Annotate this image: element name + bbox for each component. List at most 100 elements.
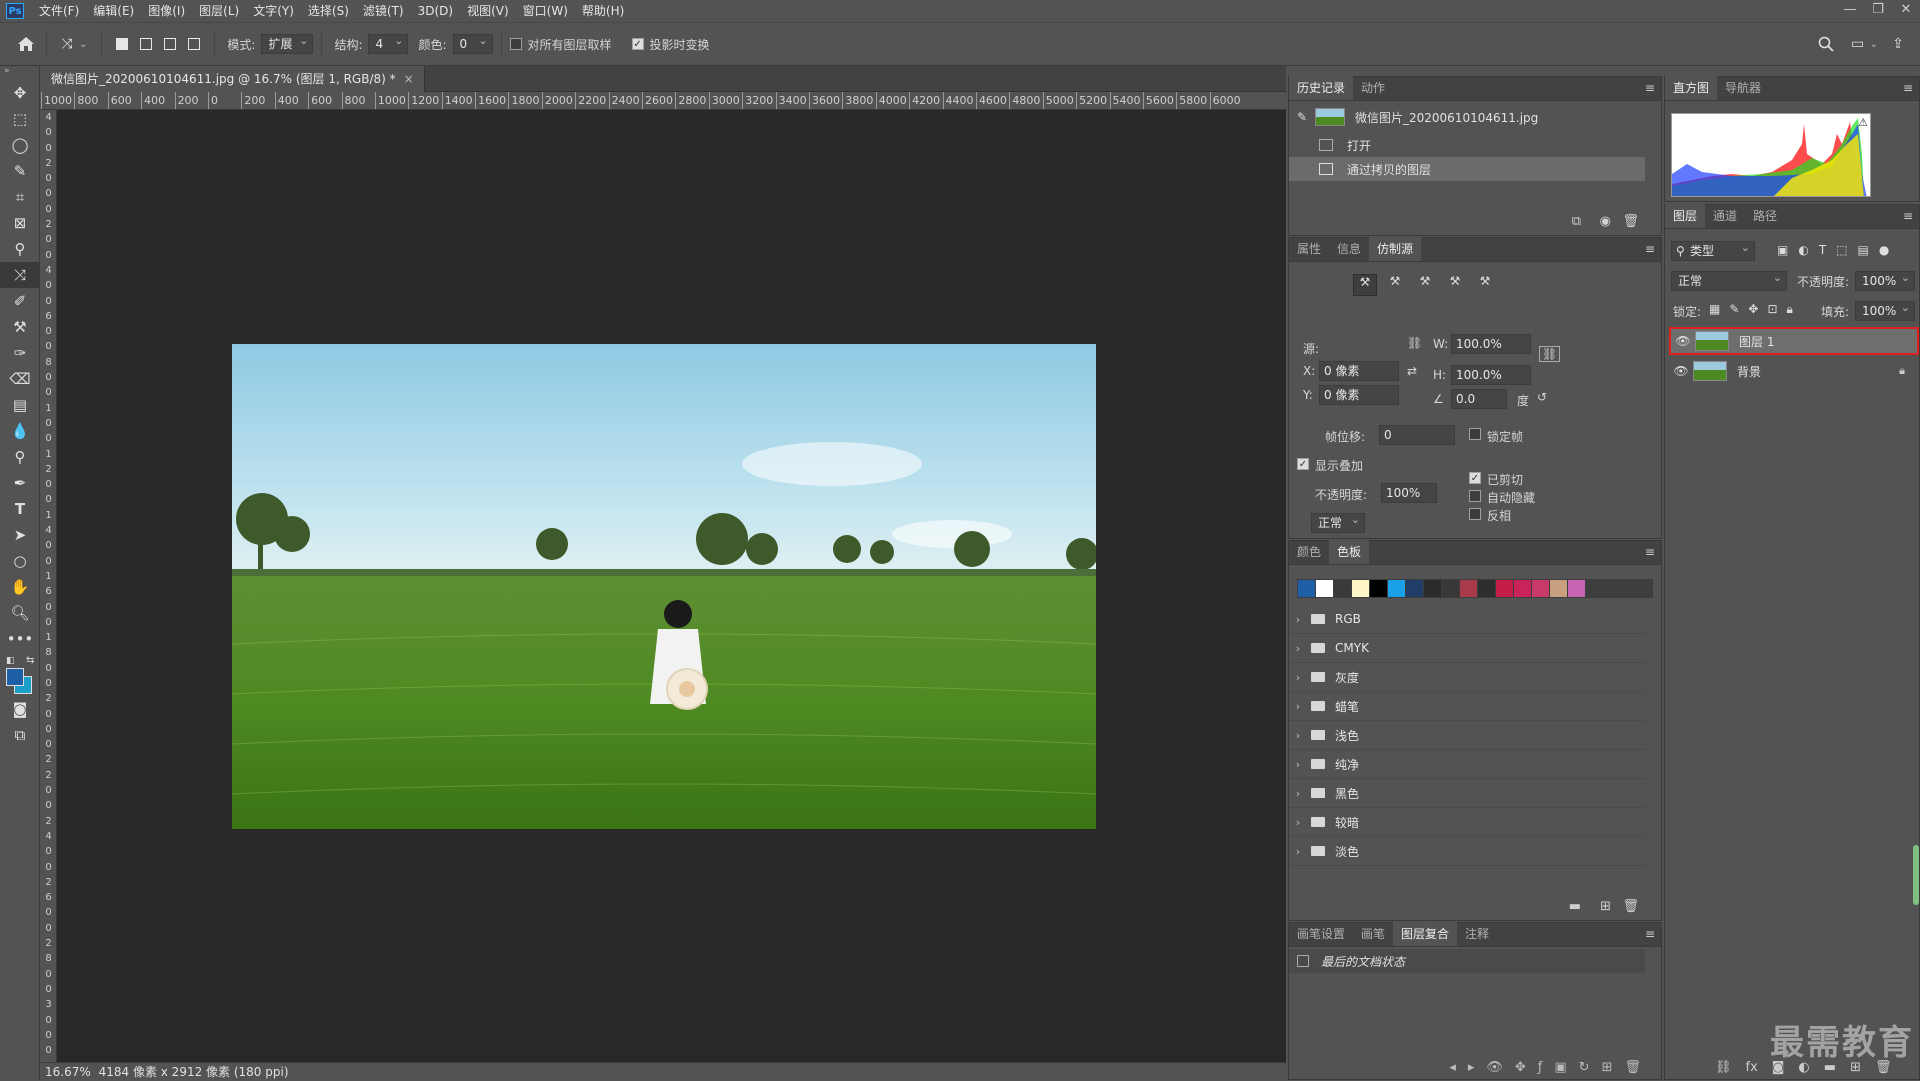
clone-source-5-icon[interactable]: ⚒	[1473, 274, 1497, 296]
lock-frame-checkbox[interactable]	[1469, 428, 1481, 440]
frame-offset-field[interactable]: 0	[1379, 425, 1455, 445]
pen-tool-icon[interactable]: ✒	[0, 470, 40, 496]
swatch-group[interactable]: ›浅色	[1289, 721, 1645, 750]
color-swatch[interactable]	[1460, 580, 1477, 597]
clone-source-3-icon[interactable]: ⚒	[1413, 274, 1437, 296]
menu-edit[interactable]: 编辑(E)	[86, 0, 141, 22]
color-swatch[interactable]	[1298, 580, 1315, 597]
previous-comp-icon[interactable]: ◂	[1449, 1060, 1456, 1075]
tab-notes[interactable]: 注释	[1457, 922, 1497, 946]
lasso-tool-icon[interactable]: ◯	[0, 132, 40, 158]
add-selection-icon[interactable]	[134, 32, 158, 56]
lock-position-icon[interactable]: ✥	[1748, 302, 1758, 317]
opacity-field[interactable]: 100%	[1855, 271, 1915, 291]
show-overlay-checkbox[interactable]: ✓	[1297, 458, 1309, 470]
new-group-folder-icon[interactable]: ▬	[1569, 899, 1581, 914]
color-swatch[interactable]	[1406, 580, 1423, 597]
menu-view[interactable]: 视图(V)	[460, 0, 516, 22]
layer-filter-dropdown[interactable]: ⚲类型	[1671, 241, 1755, 261]
color-swatch[interactable]	[1568, 580, 1585, 597]
appearance-comp-icon[interactable]: ▣	[1554, 1060, 1566, 1075]
update-comp-icon[interactable]: ↻	[1579, 1060, 1590, 1075]
swatch-group[interactable]: ›蜡笔	[1289, 692, 1645, 721]
dodge-tool-icon[interactable]: ⚲	[0, 444, 40, 470]
content-aware-move-tool-icon[interactable]: ⤨	[0, 262, 40, 288]
trash-icon[interactable]: 🗑︎	[1624, 1060, 1641, 1075]
panel-menu-icon[interactable]: ≡	[1903, 81, 1913, 95]
color-swatch[interactable]	[1532, 580, 1549, 597]
tab-history[interactable]: 历史记录	[1289, 76, 1353, 100]
chevron-right-icon[interactable]: ›	[1289, 787, 1307, 800]
new-document-from-state-icon[interactable]: ⧉	[1572, 214, 1581, 229]
w-field[interactable]: 100.0%	[1451, 334, 1531, 354]
path-selection-tool-icon[interactable]: ➤	[0, 522, 40, 548]
fx-icon[interactable]: fx	[1746, 1060, 1758, 1075]
flip-icon[interactable]: ⇄	[1407, 364, 1417, 378]
eraser-tool-icon[interactable]: ⌫	[0, 366, 40, 392]
tab-navigator[interactable]: 导航器	[1717, 76, 1769, 100]
tab-channels[interactable]: 通道	[1705, 204, 1745, 228]
foreground-color-swatch[interactable]	[6, 668, 24, 686]
type-tool-icon[interactable]: T	[0, 496, 40, 522]
history-step-active[interactable]: 通过拷贝的图层	[1289, 157, 1645, 181]
tab-swatches[interactable]: 色板	[1329, 540, 1369, 564]
mode-dropdown[interactable]: 扩展	[261, 34, 313, 54]
fx-comp-icon[interactable]: ƒ	[1538, 1060, 1543, 1075]
hand-tool-icon[interactable]: ✋	[0, 574, 40, 600]
scrollbar-thumb[interactable]	[1913, 845, 1919, 905]
minimize-icon[interactable]: —	[1836, 0, 1864, 22]
menu-file[interactable]: 文件(F)	[32, 0, 86, 22]
tab-paths[interactable]: 路径	[1745, 204, 1785, 228]
clone-source-1-icon[interactable]: ⚒	[1353, 274, 1377, 296]
home-icon[interactable]	[14, 32, 38, 56]
swatch-group[interactable]: ›淡色	[1289, 837, 1645, 866]
invert-checkbox[interactable]	[1469, 508, 1481, 520]
gradient-tool-icon[interactable]: ▤	[0, 392, 40, 418]
zoom-level[interactable]: 16.67%	[45, 1065, 91, 1079]
shape-filter-icon[interactable]: ⬚	[1836, 243, 1847, 257]
menu-window[interactable]: 窗口(W)	[516, 0, 575, 22]
zoom-tool-icon[interactable]: 🔍︎	[0, 600, 40, 626]
pixel-filter-icon[interactable]: ▣	[1777, 243, 1788, 257]
reset-transform-icon[interactable]: ↺	[1537, 390, 1547, 404]
visibility-comp-icon[interactable]: 👁︎	[1486, 1060, 1503, 1075]
collapse-icon[interactable]: »	[0, 66, 39, 80]
history-brush-source-icon[interactable]: ✎	[1297, 110, 1315, 124]
clone-source-2-icon[interactable]: ⚒	[1383, 274, 1407, 296]
history-brush-tool-icon[interactable]: ✑	[0, 340, 40, 366]
quick-mask-icon[interactable]: ◙	[0, 696, 40, 722]
trash-icon[interactable]: 🗑︎	[1622, 899, 1639, 914]
link-icon[interactable]: ⛓	[1407, 336, 1422, 350]
ellipse-tool-icon[interactable]: ○	[0, 548, 40, 574]
layer-name[interactable]: 背景	[1737, 363, 1761, 380]
new-swatch-icon[interactable]: ⊞	[1600, 899, 1611, 914]
screen-mode-icon[interactable]: ⧉	[0, 722, 40, 748]
document-image[interactable]	[232, 344, 1096, 829]
menu-filter[interactable]: 滤镜(T)	[356, 0, 411, 22]
structure-input[interactable]: 4	[368, 34, 408, 54]
h-field[interactable]: 100.0%	[1451, 365, 1531, 385]
overlay-opacity-field[interactable]: 100%	[1381, 483, 1437, 503]
menu-help[interactable]: 帮助(H)	[575, 0, 631, 22]
close-tab-icon[interactable]: ×	[404, 72, 414, 86]
layer-comp-item[interactable]: 最后的文档状态	[1289, 949, 1645, 973]
color-swatch[interactable]	[1370, 580, 1387, 597]
sample-all-checkbox[interactable]	[510, 38, 522, 50]
menu-image[interactable]: 图像(I)	[141, 0, 192, 22]
auto-hide-checkbox[interactable]	[1469, 490, 1481, 502]
tab-brushes[interactable]: 画笔	[1353, 922, 1393, 946]
brush-tool-icon[interactable]: ✐	[0, 288, 40, 314]
close-icon[interactable]: ✕	[1892, 0, 1920, 22]
document-tab[interactable]: 微信图片_20200610104611.jpg @ 16.7% (图层 1, R…	[41, 66, 425, 92]
panel-menu-icon[interactable]: ≡	[1645, 927, 1655, 941]
chevron-right-icon[interactable]: ›	[1289, 700, 1307, 713]
tab-brush-settings[interactable]: 画笔设置	[1289, 922, 1353, 946]
constrain-proportions-icon[interactable]: ⛓	[1539, 346, 1560, 362]
clone-stamp-tool-icon[interactable]: ⚒	[0, 314, 40, 340]
more-tools-icon[interactable]: •••	[0, 626, 40, 652]
layer-name[interactable]: 图层 1	[1739, 333, 1774, 350]
clone-source-4-icon[interactable]: ⚒	[1443, 274, 1467, 296]
share-icon[interactable]: ⇪	[1886, 32, 1910, 56]
color-swatch[interactable]	[1478, 580, 1495, 597]
intersect-selection-icon[interactable]	[182, 32, 206, 56]
